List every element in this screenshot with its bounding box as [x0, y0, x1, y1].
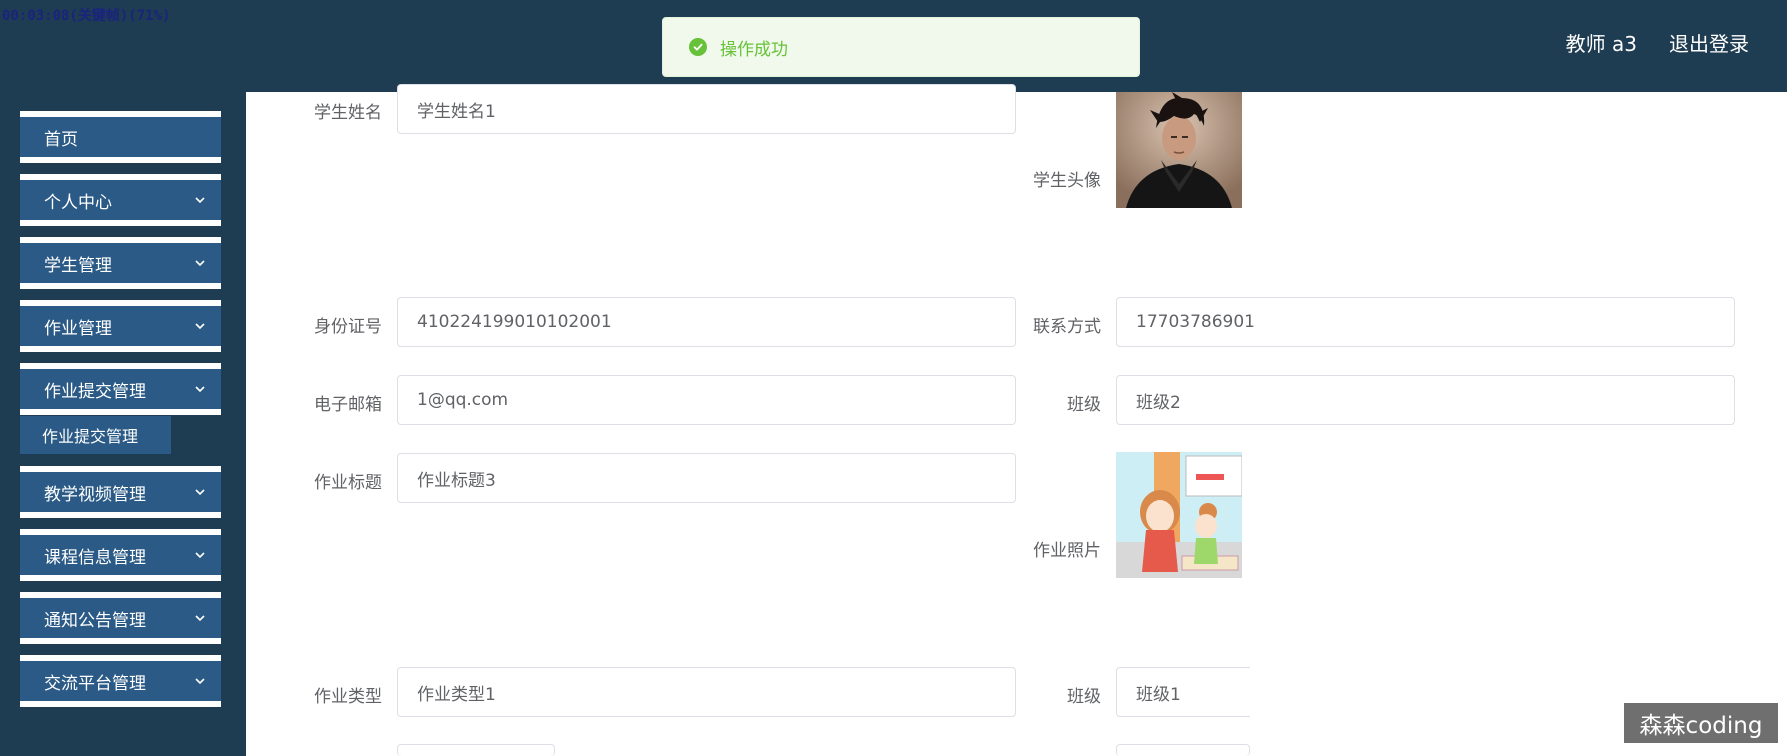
email-input[interactable]: [397, 375, 1016, 425]
sidebar-item-home[interactable]: 首页: [20, 111, 221, 163]
chevron-down-icon: [195, 323, 205, 330]
class-input[interactable]: [1116, 375, 1735, 425]
sidebar: 首页 个人中心 学生管理 作业管理 作业提交管理 作业提交管理 教学视频管理 课…: [0, 92, 246, 756]
chevron-down-icon: [195, 489, 205, 496]
sidebar-item-label: 个人中心: [44, 192, 112, 213]
sidebar-item-homework-submissions[interactable]: 作业提交管理: [20, 363, 221, 415]
sidebar-subitem-homework-submissions[interactable]: 作业提交管理: [20, 416, 171, 454]
current-user-label: 教师 a3: [1565, 32, 1637, 56]
student-name-label: 学生姓名: [314, 103, 382, 123]
success-toast: 操作成功: [662, 17, 1140, 77]
id-number-input[interactable]: [397, 297, 1016, 347]
next-row-input-2[interactable]: [1116, 744, 1250, 756]
chevron-down-icon: [195, 197, 205, 204]
chevron-down-icon: [195, 552, 205, 559]
contact-input[interactable]: [1116, 297, 1735, 347]
chevron-down-icon: [195, 260, 205, 267]
sidebar-item-label: 通知公告管理: [44, 610, 146, 631]
sidebar-item-students[interactable]: 学生管理: [20, 237, 221, 289]
homework-photo-label: 作业照片: [1033, 541, 1101, 561]
avatar-label: 学生头像: [1033, 171, 1101, 191]
chevron-down-icon: [195, 615, 205, 622]
sidebar-item-forum[interactable]: 交流平台管理: [20, 655, 221, 707]
sidebar-item-label: 课程信息管理: [44, 547, 146, 568]
sidebar-item-teaching-videos[interactable]: 教学视频管理: [20, 466, 221, 518]
homework-title-label: 作业标题: [314, 473, 382, 493]
sidebar-item-label: 学生管理: [44, 255, 112, 276]
class-label: 班级: [1067, 395, 1101, 415]
homework-type-label: 作业类型: [314, 687, 382, 707]
watermark: 森森coding: [1624, 703, 1778, 743]
recording-overlay: 00:03:08(关键帧)(71%): [2, 8, 171, 24]
logout-button[interactable]: 退出登录: [1669, 28, 1749, 57]
email-label: 电子邮箱: [314, 395, 382, 415]
sidebar-item-label: 交流平台管理: [44, 673, 146, 694]
sidebar-item-label: 教学视频管理: [44, 484, 146, 505]
chevron-down-icon: [195, 678, 205, 685]
class-label-2: 班级: [1067, 687, 1101, 707]
sidebar-item-label: 首页: [44, 129, 78, 150]
chevron-down-icon: [195, 386, 205, 393]
sidebar-item-notices[interactable]: 通知公告管理: [20, 592, 221, 644]
student-name-input[interactable]: [397, 84, 1016, 134]
sidebar-item-personal-center[interactable]: 个人中心: [20, 174, 221, 226]
sidebar-item-homework[interactable]: 作业管理: [20, 300, 221, 352]
homework-title-input[interactable]: [397, 453, 1016, 503]
sidebar-item-label: 作业管理: [44, 318, 112, 339]
homework-type-input[interactable]: [397, 667, 1016, 717]
student-avatar-image: [1116, 92, 1242, 208]
next-row-input[interactable]: [397, 744, 555, 756]
sidebar-item-label: 作业提交管理: [44, 381, 146, 402]
id-number-label: 身份证号: [314, 317, 382, 337]
toast-message: 操作成功: [720, 39, 788, 60]
sidebar-item-courses[interactable]: 课程信息管理: [20, 529, 221, 581]
check-circle-icon: [689, 38, 707, 56]
contact-label: 联系方式: [1033, 317, 1101, 337]
homework-photo-image: [1116, 452, 1242, 578]
